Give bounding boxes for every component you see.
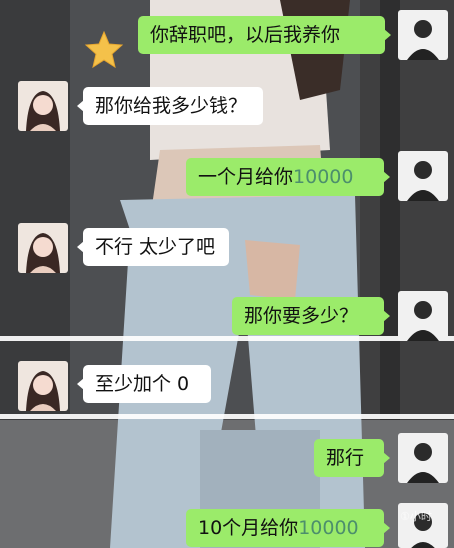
her-avatar[interactable] bbox=[18, 81, 68, 131]
message-bubble-received[interactable]: 不行 太少了吧 bbox=[77, 228, 229, 266]
message-text: 一个月给你 bbox=[198, 166, 294, 188]
message-bubble-sent[interactable]: 你辞职吧，以后我养你 bbox=[138, 16, 391, 54]
message-text: 那你要多少？ bbox=[244, 305, 359, 327]
my-avatar[interactable] bbox=[398, 433, 448, 483]
message-text: 至少加个 0 bbox=[95, 373, 190, 395]
star-icon bbox=[84, 30, 124, 69]
amount-number: 10000 bbox=[298, 517, 359, 539]
message-bubble-received[interactable]: 那你给我多少钱？ bbox=[77, 87, 263, 125]
message-text: 你辞职吧，以后我养你 bbox=[150, 24, 341, 46]
message-text: 那你给我多少钱？ bbox=[95, 95, 248, 117]
watermark-text: ①小时 bbox=[400, 510, 432, 523]
message-bubble-sent[interactable]: 一个月给你10000 bbox=[186, 158, 390, 196]
divider-band bbox=[0, 414, 454, 419]
message-text: 不行 太少了吧 bbox=[95, 236, 216, 258]
message-text: 那行 bbox=[326, 447, 365, 469]
my-avatar[interactable] bbox=[398, 291, 448, 341]
message-bubble-received[interactable]: 至少加个 0 bbox=[77, 365, 211, 403]
divider-band bbox=[0, 336, 454, 341]
her-avatar[interactable] bbox=[18, 361, 68, 411]
message-text: 10个月给你 bbox=[198, 517, 299, 539]
her-avatar[interactable] bbox=[18, 223, 68, 273]
amount-number: 10000 bbox=[293, 166, 354, 188]
my-avatar[interactable] bbox=[398, 10, 448, 60]
message-bubble-sent[interactable]: 那你要多少？ bbox=[232, 297, 390, 335]
my-avatar[interactable] bbox=[398, 151, 448, 201]
background-photo bbox=[0, 0, 454, 548]
message-bubble-sent[interactable]: 那行 bbox=[314, 439, 390, 477]
message-bubble-sent[interactable]: 10个月给你10000 bbox=[186, 509, 390, 547]
